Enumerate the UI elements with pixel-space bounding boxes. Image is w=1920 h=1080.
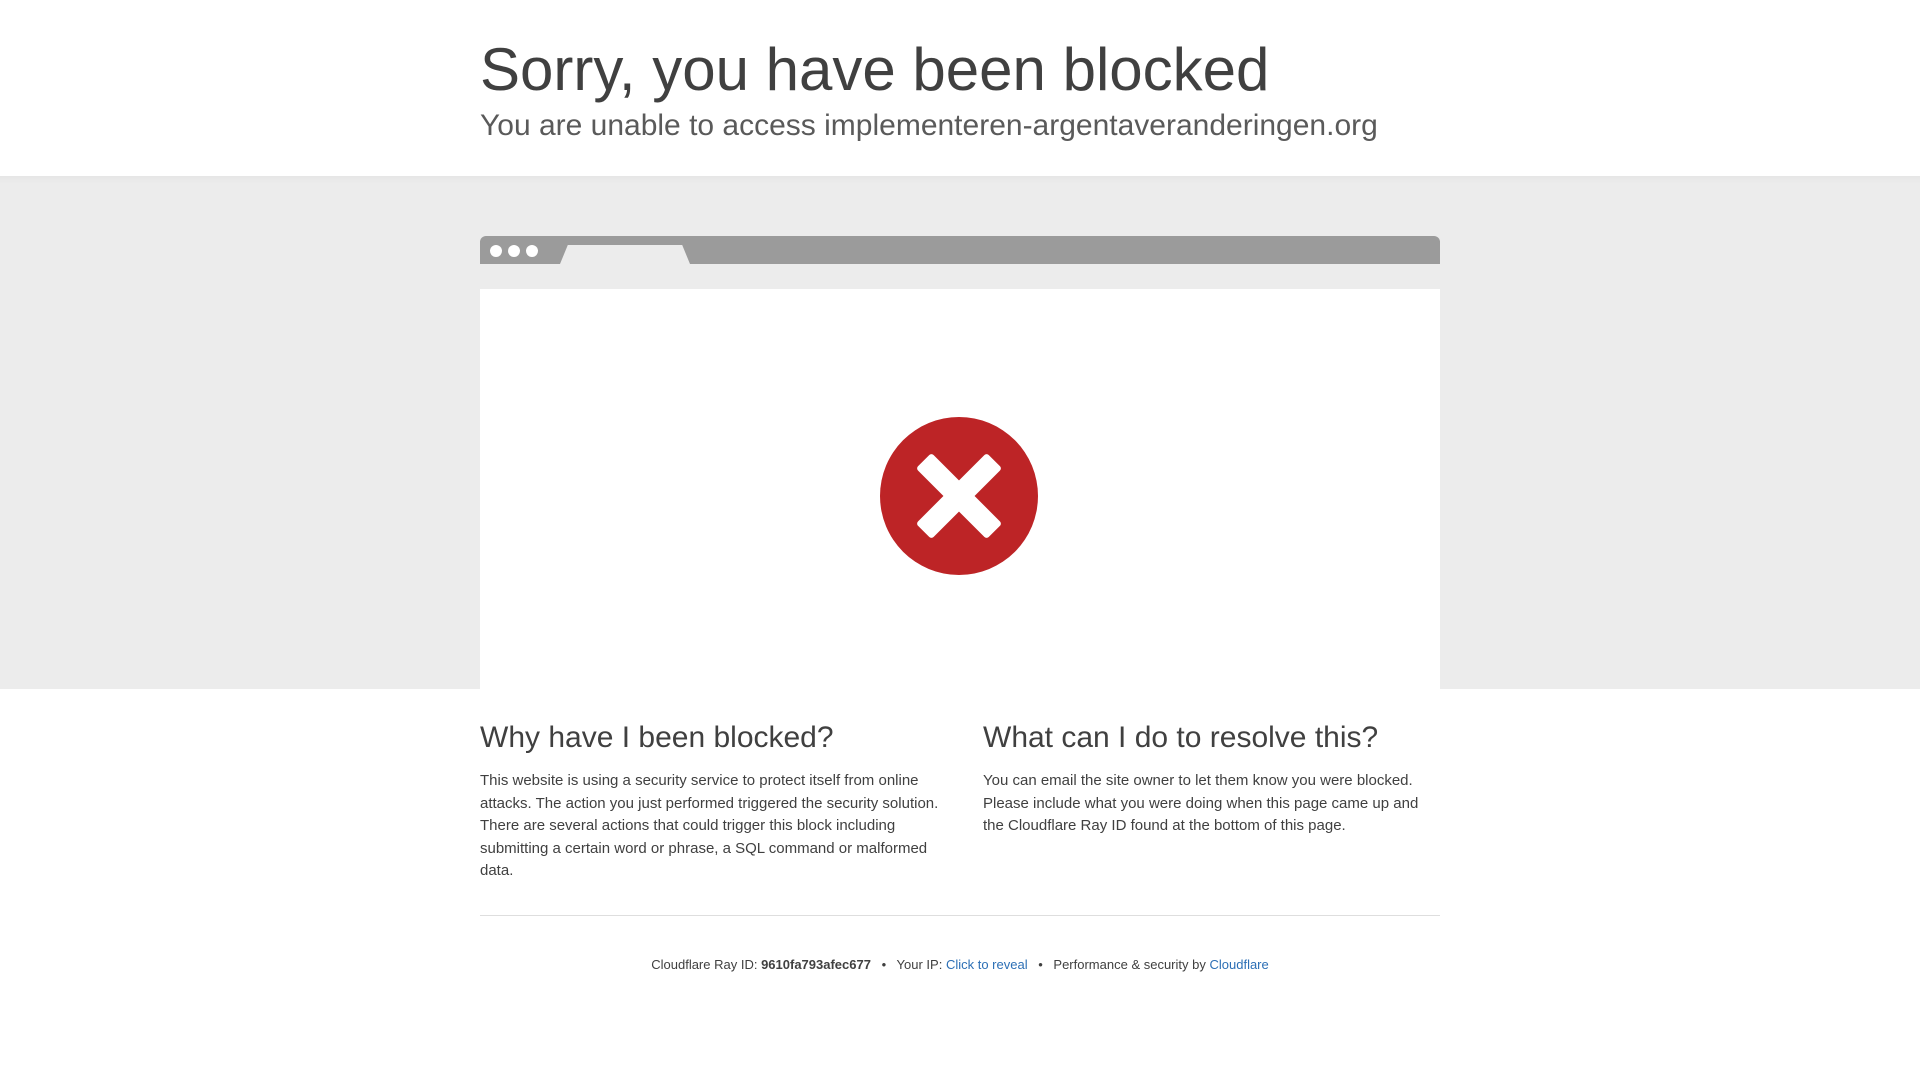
browser-illustration-bar [480, 236, 1440, 264]
page-title: Sorry, you have been blocked [480, 36, 1270, 103]
ray-id-label: Cloudflare Ray ID: [651, 957, 758, 972]
page-footer: Cloudflare Ray ID: 9610fa793afec677 • Yo… [0, 955, 1920, 975]
blocked-x-circle-icon [880, 417, 1038, 575]
browser-tab-shape [560, 245, 690, 264]
performance-label: Performance & security by [1053, 957, 1206, 972]
page-subtitle: You are unable to access implementeren-a… [480, 109, 1378, 142]
resolve-heading: What can I do to resolve this? [983, 721, 1379, 754]
page-header: Sorry, you have been blocked You are una… [0, 0, 1920, 176]
cloudflare-link[interactable]: Cloudflare [1209, 957, 1268, 972]
ip-label: Your IP: [896, 957, 943, 972]
resolve-text: You can email the site owner to let them… [983, 772, 1419, 834]
window-dot-icon [508, 245, 520, 257]
window-dot-icon [526, 245, 538, 257]
footer-divider [480, 915, 1440, 916]
why-blocked-section: Why have I been blocked? This website is… [480, 720, 940, 883]
window-dot-icon [490, 245, 502, 257]
why-blocked-text: This website is using a security service… [480, 772, 939, 879]
footer-separator: • [1038, 957, 1043, 972]
footer-separator: • [881, 957, 887, 972]
why-blocked-heading: Why have I been blocked? [480, 721, 834, 754]
ray-id-value: 9610fa793afec677 [761, 957, 871, 972]
reveal-ip-link[interactable]: Click to reveal [946, 957, 1028, 972]
browser-illustration-content [480, 289, 1440, 689]
resolve-section: What can I do to resolve this? You can e… [983, 720, 1443, 838]
